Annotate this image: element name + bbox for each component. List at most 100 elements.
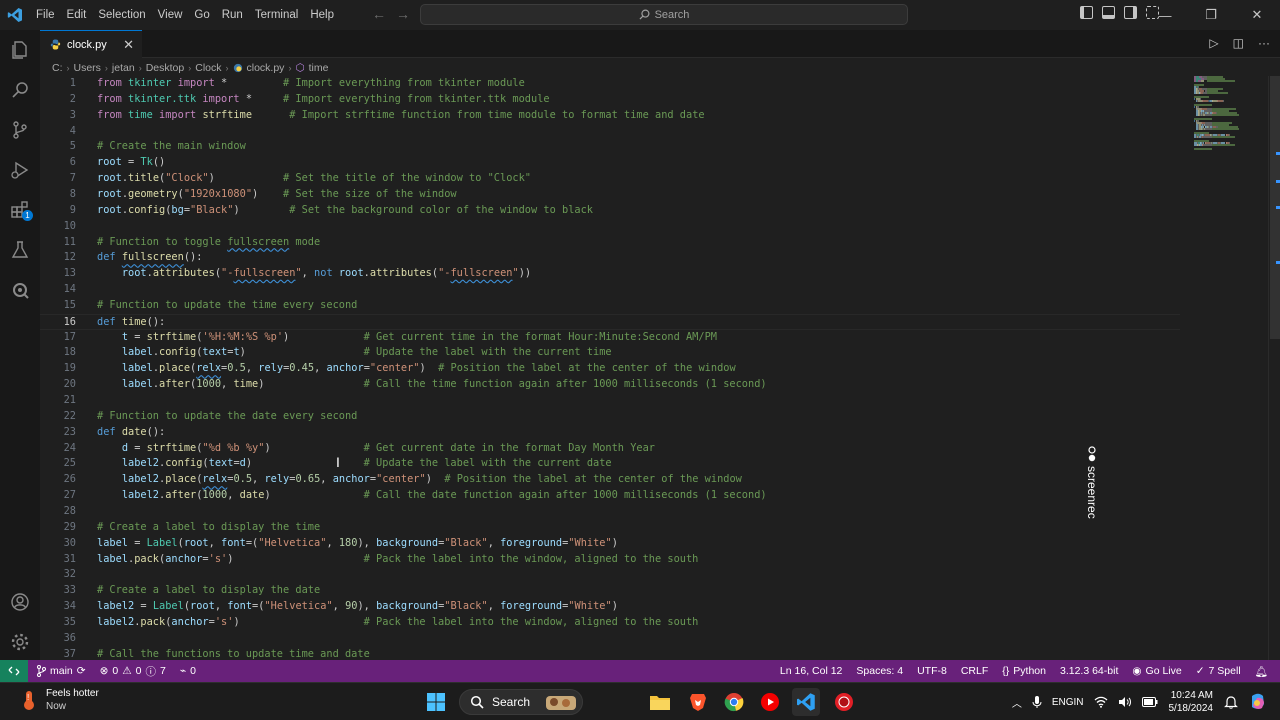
battery-icon[interactable] — [1137, 697, 1163, 707]
vertical-scrollbar[interactable] — [1268, 76, 1280, 660]
remote-explorer-icon[interactable] — [0, 270, 40, 310]
toggle-panel-icon[interactable] — [1102, 6, 1115, 19]
back-arrow-icon[interactable]: ← — [372, 6, 386, 22]
settings-gear-icon[interactable] — [0, 622, 40, 662]
menu-item-help[interactable]: Help — [304, 9, 340, 21]
code-line[interactable]: 22 # Function to update the date every se… — [40, 409, 1180, 425]
taskbar-search[interactable]: Search — [459, 689, 583, 715]
vscode-taskbar-icon[interactable] — [792, 688, 820, 716]
code-line[interactable]: 8 root.geometry("1920x1080") # Set the si… — [40, 187, 1180, 203]
breadcrumb-item[interactable]: C: — [52, 62, 63, 74]
code-line[interactable]: 19 label.place(relx=0.5, rely=0.45, anch… — [40, 361, 1180, 377]
code-line[interactable]: 3 from time import strftime # Import strf… — [40, 108, 1180, 124]
menu-item-go[interactable]: Go — [188, 9, 215, 21]
source-control-icon[interactable] — [0, 110, 40, 150]
code-line[interactable]: 35 label2.pack(anchor='s') # Pack the lab… — [40, 615, 1180, 631]
code-line[interactable]: 11 # Function to toggle fullscreen mode — [40, 235, 1180, 251]
breadcrumb-item[interactable]: time — [309, 62, 329, 74]
code-line[interactable]: 15 # Function to update the time every se… — [40, 298, 1180, 314]
code-line[interactable]: 14 — [40, 282, 1180, 298]
cursor-position[interactable]: Ln 16, Col 12 — [780, 665, 842, 677]
microphone-icon[interactable] — [1027, 695, 1047, 709]
code-line[interactable]: 30 label = Label(root, font=("Helvetica",… — [40, 536, 1180, 552]
screen-recorder-icon[interactable] — [830, 688, 858, 716]
code-line[interactable]: 37 # Call the functions to update time an… — [40, 647, 1180, 660]
code-line[interactable]: 34 label2 = Label(root, font=("Helvetica"… — [40, 599, 1180, 615]
tab-clock-py[interactable]: clock.py ✕ — [40, 30, 142, 58]
code-line[interactable]: 9 root.config(bg="Black") # Set the backg… — [40, 203, 1180, 219]
remote-indicator-icon[interactable] — [0, 660, 28, 682]
code-line[interactable]: 27 label2.after(1000, date) # Call the d… — [40, 488, 1180, 504]
file-explorer-icon[interactable] — [646, 688, 674, 716]
sync-icon[interactable]: ⟳ — [77, 665, 86, 677]
code-line[interactable]: 6 root = Tk() — [40, 155, 1180, 171]
branch-indicator[interactable]: main ⟳ — [36, 665, 86, 677]
code-line[interactable]: 2 from tkinter.ttk import * # Import ever… — [40, 92, 1180, 108]
code-line[interactable]: 29 # Create a label to display the time — [40, 520, 1180, 536]
language-indicator[interactable]: ENG IN — [1047, 696, 1089, 709]
code-line[interactable]: 7 root.title("Clock") # Set the title of … — [40, 171, 1180, 187]
toggle-primary-sidebar-icon[interactable] — [1080, 6, 1093, 19]
code-line[interactable]: 24 d = strftime("%d %b %y") # Get curren… — [40, 441, 1180, 457]
notification-center-icon[interactable] — [1219, 695, 1243, 709]
restore-icon[interactable]: ❐ — [1188, 0, 1234, 30]
accounts-icon[interactable] — [0, 582, 40, 622]
minimap[interactable] — [1190, 76, 1268, 150]
run-debug-icon[interactable] — [0, 150, 40, 190]
breadcrumb-item[interactable]: jetan — [112, 62, 135, 74]
breadcrumb-item[interactable]: clock.py — [247, 62, 285, 74]
youtube-icon[interactable] — [756, 688, 784, 716]
code-line[interactable]: 26 label2.place(relx=0.5, rely=0.65, anc… — [40, 472, 1180, 488]
forward-arrow-icon[interactable]: → — [396, 6, 410, 22]
code-line[interactable]: 33 # Create a label to display the date — [40, 583, 1180, 599]
code-line[interactable]: 25 label2.config(text=d) # Update the la… — [40, 456, 1180, 472]
code-line[interactable]: 21 — [40, 393, 1180, 409]
close-tab-icon[interactable]: ✕ — [123, 37, 134, 53]
windows-start-icon[interactable] — [422, 688, 450, 716]
code-line[interactable]: 5 # Create the main window — [40, 139, 1180, 155]
code-line[interactable]: 17 t = strftime('%H:%M:%S %p') # Get cur… — [40, 330, 1180, 346]
menu-item-edit[interactable]: Edit — [61, 9, 93, 21]
python-interpreter[interactable]: 3.12.3 64-bit — [1060, 665, 1118, 677]
run-file-icon[interactable]: ▷ — [1209, 36, 1218, 50]
code-line[interactable]: 10 — [40, 219, 1180, 235]
testing-icon[interactable] — [0, 230, 40, 270]
volume-icon[interactable] — [1113, 696, 1137, 708]
toggle-secondary-sidebar-icon[interactable] — [1124, 6, 1137, 19]
code-line[interactable]: 1 from tkinter import * # Import everythi… — [40, 76, 1180, 92]
code-editor[interactable]: 1 from tkinter import * # Import everythi… — [40, 76, 1190, 660]
end-of-line[interactable]: CRLF — [961, 665, 988, 677]
weather-widget[interactable]: ! Feels hotter Now — [18, 687, 99, 713]
explorer-icon[interactable] — [0, 30, 40, 70]
encoding[interactable]: UTF-8 — [917, 665, 947, 677]
menu-item-run[interactable]: Run — [216, 9, 249, 21]
close-window-icon[interactable]: ✕ — [1234, 0, 1280, 30]
indentation[interactable]: Spaces: 4 — [856, 665, 903, 677]
code-line[interactable]: 13 root.attributes("-fullscreen", not ro… — [40, 266, 1180, 282]
extensions-icon[interactable]: 1 — [0, 190, 40, 230]
split-editor-icon[interactable]: ◫ — [1233, 36, 1244, 50]
code-line[interactable]: 16 def time(): — [40, 313, 1180, 330]
code-line[interactable]: 20 label.after(1000, time) # Call the ti… — [40, 377, 1180, 393]
copilot-icon[interactable] — [1243, 692, 1280, 712]
spell-check-indicator[interactable]: ✓ 7 Spell — [1196, 665, 1241, 677]
code-line[interactable]: 23 def date(): — [40, 425, 1180, 441]
code-line[interactable]: 32 — [40, 567, 1180, 583]
breadcrumb-item[interactable]: Desktop — [146, 62, 185, 74]
menu-item-terminal[interactable]: Terminal — [249, 9, 304, 21]
problems-indicator[interactable]: ⊗ 0 ⚠ 0 ⓘ 7 — [100, 664, 166, 679]
ports-indicator[interactable]: ⌁ 0 — [180, 665, 196, 677]
chrome-browser-icon[interactable] — [720, 688, 748, 716]
code-line[interactable]: 31 label.pack(anchor='s') # Pack the labe… — [40, 552, 1180, 568]
code-line[interactable]: 18 label.config(text=t) # Update the lab… — [40, 345, 1180, 361]
more-actions-icon[interactable]: ··· — [1258, 36, 1270, 50]
command-search-box[interactable]: Search — [420, 4, 908, 25]
code-line[interactable]: 4 — [40, 124, 1180, 140]
menu-item-selection[interactable]: Selection — [92, 9, 151, 21]
search-view-icon[interactable] — [0, 70, 40, 110]
code-line[interactable]: 12 def fullscreen(): — [40, 250, 1180, 266]
menu-item-file[interactable]: File — [30, 9, 61, 21]
wifi-icon[interactable] — [1089, 696, 1113, 708]
minimize-icon[interactable]: — — [1142, 0, 1188, 30]
go-live-button[interactable]: ◉ Go Live — [1132, 665, 1181, 677]
